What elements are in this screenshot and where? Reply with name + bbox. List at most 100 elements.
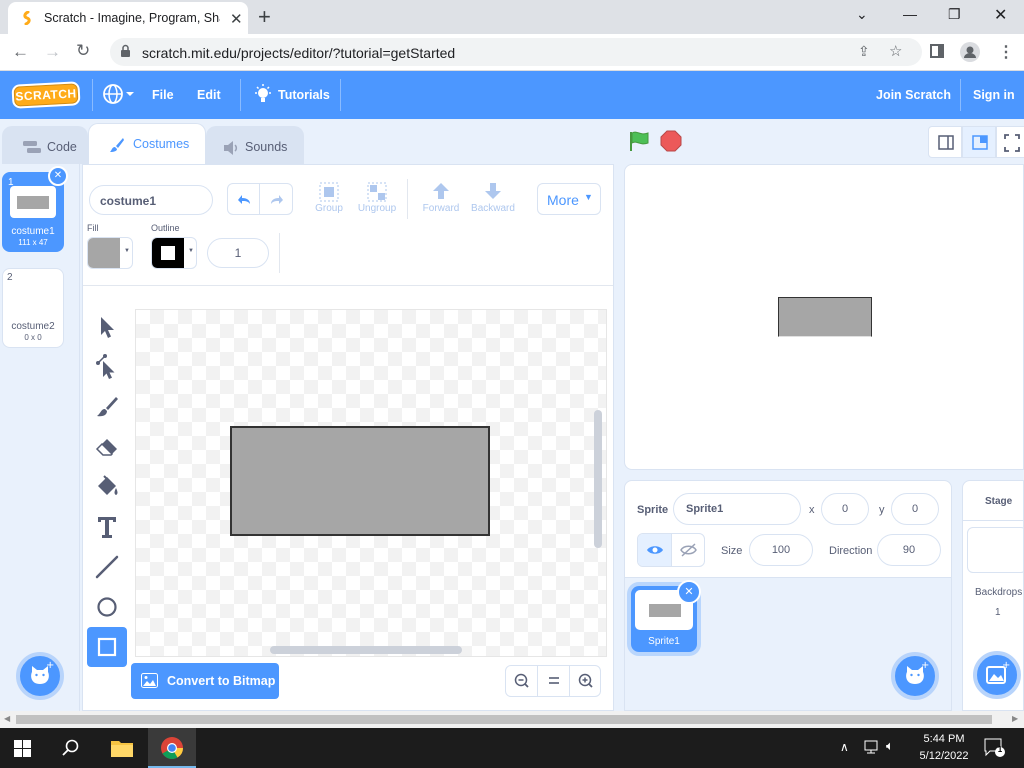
ungroup-button[interactable]: Ungroup [355, 181, 399, 214]
brush-tool-icon[interactable] [93, 393, 121, 421]
join-scratch-link[interactable]: Join Scratch [876, 88, 951, 102]
close-tab-icon[interactable]: ✕ [230, 10, 243, 28]
horizontal-scrollbar[interactable] [270, 646, 462, 654]
eraser-tool-icon[interactable] [93, 433, 121, 461]
minimize-icon[interactable]: — [903, 6, 917, 22]
normal-stage-icon[interactable] [962, 126, 996, 158]
backward-button[interactable]: Backward [469, 181, 517, 214]
search-icon[interactable] [62, 739, 80, 757]
rectangle-shape[interactable] [230, 426, 490, 536]
outline-color-picker[interactable]: ▼ [151, 237, 197, 269]
forward-icon[interactable]: → [44, 42, 61, 62]
file-explorer-icon[interactable] [110, 738, 134, 758]
bookmark-star-icon[interactable]: ☆ [889, 42, 902, 60]
file-menu[interactable]: File [152, 88, 174, 102]
edit-menu[interactable]: Edit [197, 88, 221, 102]
tab-costumes[interactable]: Costumes [88, 123, 206, 165]
page-horizontal-scrollbar[interactable]: ◀ ▶ [0, 711, 1024, 728]
toolbar-divider [407, 179, 408, 219]
scratch-logo[interactable]: SCRATCH [11, 81, 81, 109]
circle-tool-icon[interactable] [93, 593, 121, 621]
share-icon[interactable]: ⇪ [858, 43, 870, 60]
forward-button[interactable]: Forward [419, 181, 463, 214]
svg-text:+: + [1002, 660, 1010, 671]
direction-input[interactable]: 90 [877, 534, 941, 566]
delete-costume-icon[interactable]: ✕ [48, 166, 68, 186]
paint-canvas[interactable] [135, 309, 607, 657]
y-input[interactable]: 0 [891, 493, 939, 525]
stage-target-panel[interactable]: Stage Backdrops 1 + [962, 480, 1024, 711]
undo-button[interactable] [228, 184, 260, 214]
outline-width-input[interactable]: 1 [207, 238, 269, 268]
hide-sprite-eye-icon[interactable] [672, 534, 705, 566]
network-icon[interactable] [862, 739, 880, 755]
scroll-left-icon[interactable]: ◀ [4, 714, 10, 723]
tab-search-icon[interactable]: ⌄ [856, 6, 868, 23]
stage-title: Stage [985, 496, 1013, 507]
select-tool-icon[interactable] [93, 313, 121, 341]
scratch-favicon-icon [22, 11, 34, 25]
choose-costume-button[interactable]: + [16, 652, 64, 700]
reshape-tool-icon[interactable] [93, 353, 121, 381]
zoom-reset-icon[interactable] [538, 666, 570, 696]
fill-tool-icon[interactable] [93, 473, 121, 501]
url-text: scratch.mit.edu/projects/editor/?tutoria… [142, 45, 456, 61]
stage-sprite[interactable] [778, 297, 872, 337]
profile-avatar-icon[interactable] [960, 42, 980, 62]
size-input[interactable]: 100 [749, 534, 813, 566]
zoom-out-icon[interactable] [506, 666, 538, 696]
line-tool-icon[interactable] [93, 553, 121, 581]
small-stage-icon[interactable] [928, 126, 962, 158]
x-input[interactable]: 0 [821, 493, 869, 525]
show-sprite-eye-icon[interactable] [638, 534, 672, 566]
volume-icon[interactable]: 🔈︎ [886, 738, 894, 754]
delete-sprite-icon[interactable]: ✕ [677, 580, 701, 604]
text-tool-icon[interactable] [93, 513, 121, 541]
costume-name-input[interactable]: costume1 [89, 185, 213, 215]
sprite-name-input[interactable]: Sprite1 [673, 493, 801, 525]
taskbar-time[interactable]: 5:44 PM [912, 733, 976, 745]
side-panel-icon[interactable] [930, 44, 944, 58]
zoom-in-icon[interactable] [570, 666, 602, 696]
tutorials-lightbulb-icon[interactable] [254, 84, 272, 104]
choose-sprite-button[interactable]: + [891, 652, 939, 700]
lock-icon[interactable] [120, 44, 131, 58]
scrollbar-thumb[interactable] [16, 715, 992, 724]
address-bar[interactable]: scratch.mit.edu/projects/editor/?tutoria… [110, 38, 922, 66]
browser-tab[interactable]: Scratch - Imagine, Program, Share ✕ [8, 2, 248, 34]
windows-taskbar: ∧ 🔈︎ 5:44 PM 5/12/2022 1 [0, 728, 1024, 768]
rectangle-tool-icon[interactable] [87, 627, 127, 667]
chevron-down-icon: ▼ [584, 192, 593, 202]
choose-backdrop-button[interactable]: + [973, 651, 1021, 699]
tab-sounds[interactable]: Sounds [206, 126, 304, 164]
more-button[interactable]: More ▼ [537, 183, 601, 215]
zoom-controls [505, 665, 601, 697]
restore-icon[interactable]: ❐ [948, 6, 961, 23]
browser-menu-icon[interactable]: ⋮ [998, 42, 1014, 62]
group-button[interactable]: Group [311, 181, 347, 214]
vertical-scrollbar[interactable] [594, 410, 602, 548]
close-window-icon[interactable]: ✕ [994, 5, 1007, 25]
fullscreen-icon[interactable] [996, 126, 1024, 158]
show-hidden-icons-icon[interactable]: ∧ [840, 740, 849, 754]
sign-in-link[interactable]: Sign in [973, 88, 1015, 102]
costume-tile-2[interactable]: 2 costume2 0 x 0 [2, 268, 64, 348]
chrome-taskbar-button[interactable] [148, 728, 196, 768]
scroll-right-icon[interactable]: ▶ [1012, 714, 1018, 723]
back-icon[interactable]: ← [12, 42, 29, 62]
redo-button[interactable] [261, 184, 293, 214]
tutorials-menu[interactable]: Tutorials [278, 88, 330, 102]
green-flag-icon[interactable] [628, 130, 650, 152]
notification-center-icon[interactable]: 1 [984, 738, 1006, 758]
language-globe-icon[interactable] [102, 83, 136, 105]
taskbar-date[interactable]: 5/12/2022 [912, 750, 976, 762]
new-tab-icon[interactable]: + [258, 4, 271, 30]
stage-canvas[interactable] [624, 164, 1024, 470]
tab-code[interactable]: Code [2, 126, 88, 164]
fill-color-picker[interactable]: ▼ [87, 237, 133, 269]
reload-icon[interactable]: ↻ [76, 41, 90, 61]
stop-icon[interactable] [660, 130, 682, 152]
windows-start-icon[interactable] [14, 740, 31, 757]
convert-to-bitmap-button[interactable]: Convert to Bitmap [131, 663, 279, 699]
fill-swatch [88, 238, 120, 268]
